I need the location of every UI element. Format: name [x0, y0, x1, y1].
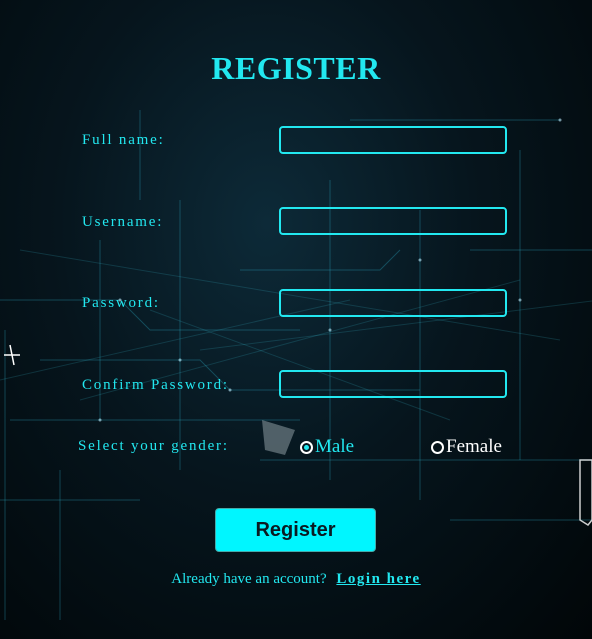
- confirm-password-label: Confirm Password:: [82, 377, 229, 393]
- register-form: REGISTER Full name: Username: Password: …: [0, 0, 592, 639]
- full-name-label: Full name:: [82, 132, 165, 148]
- gender-option-label: Male: [315, 436, 355, 457]
- radio-unchecked-icon[interactable]: [431, 440, 444, 454]
- radio-checked-icon[interactable]: [300, 440, 313, 454]
- username-field[interactable]: [279, 207, 507, 235]
- password-field[interactable]: [279, 289, 507, 317]
- page-title: REGISTER: [211, 50, 381, 86]
- full-name-field[interactable]: [279, 126, 507, 154]
- confirm-password-field[interactable]: [279, 370, 507, 398]
- gender-option-female[interactable]: Female: [431, 436, 502, 458]
- username-label: Username:: [82, 214, 164, 230]
- gender-option-male[interactable]: Male: [300, 436, 354, 458]
- password-label: Password:: [82, 295, 160, 311]
- gender-label: Select your gender:: [78, 438, 229, 454]
- footer-text: Already have an account?: [171, 571, 327, 587]
- login-link[interactable]: Login here: [336, 571, 420, 587]
- gender-option-label: Female: [446, 436, 502, 457]
- login-prompt: Already have an account? Login here: [0, 571, 592, 588]
- register-button[interactable]: Register: [215, 508, 376, 552]
